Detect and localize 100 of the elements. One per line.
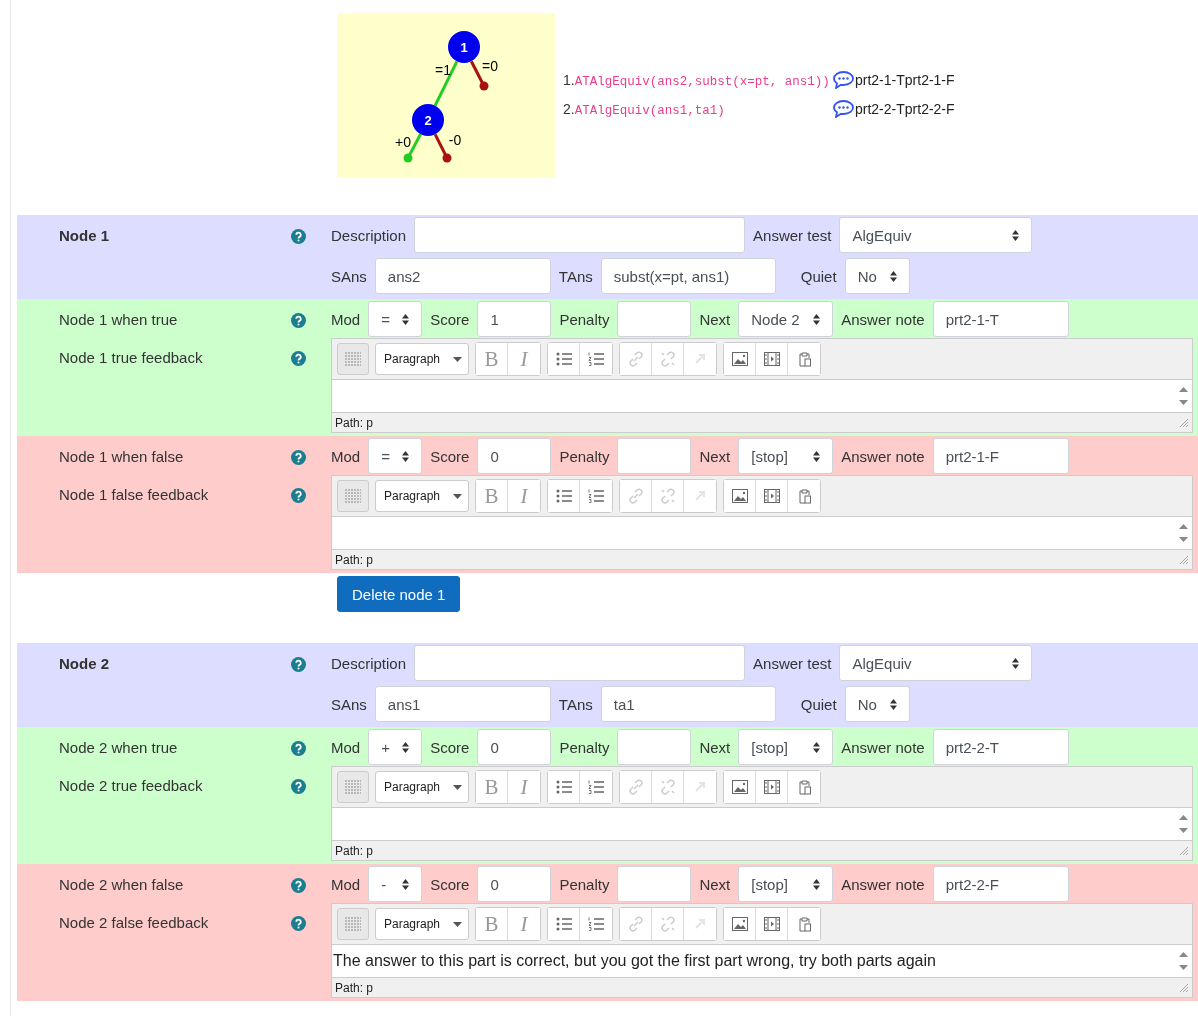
field-label: Score	[430, 447, 470, 465]
bullet-list-icon	[555, 780, 572, 794]
resize-grip-icon[interactable]	[1179, 417, 1189, 428]
format-dropdown[interactable]: Paragraph	[375, 908, 469, 940]
field-label: TAns	[558, 267, 593, 285]
field-label: Description	[331, 654, 407, 672]
sans-field[interactable]: ans2	[374, 258, 551, 294]
score-field[interactable]: 0	[477, 729, 552, 765]
help-icon[interactable]	[291, 488, 306, 503]
caret-icon	[453, 356, 462, 362]
image-button[interactable]	[724, 771, 756, 803]
link-icon	[627, 779, 644, 795]
image-button[interactable]	[724, 480, 756, 512]
help-icon[interactable]	[291, 916, 306, 931]
resize-grip-icon[interactable]	[1179, 554, 1189, 565]
bullet-list-button[interactable]	[548, 343, 580, 375]
answer-note-field[interactable]: prt2-1-F	[932, 438, 1069, 474]
description-field[interactable]	[414, 217, 746, 253]
help-icon[interactable]	[291, 878, 306, 893]
sans-field[interactable]: ans1	[374, 686, 551, 722]
penalty-field[interactable]	[617, 866, 692, 902]
scroll-arrows-icon[interactable]	[1179, 386, 1188, 406]
help-icon[interactable]	[291, 450, 306, 465]
field-label: Answer note	[841, 447, 925, 465]
format-dropdown[interactable]: Paragraph	[375, 343, 469, 375]
feedback-title: Node 2 false feedback	[59, 914, 210, 931]
answer-note-field[interactable]: prt2-1-T	[932, 301, 1069, 337]
bullet-list-button[interactable]	[548, 908, 580, 940]
help-icon[interactable]	[291, 351, 306, 366]
help-icon[interactable]	[291, 229, 306, 244]
next-select[interactable]: [stop]	[738, 866, 834, 902]
resize-grip-icon[interactable]	[1179, 982, 1189, 993]
field-label: SAns	[331, 695, 367, 713]
answer-test-select[interactable]: AlgEquiv	[839, 217, 1033, 253]
format-dropdown[interactable]: Paragraph	[375, 480, 469, 512]
penalty-field[interactable]	[617, 301, 692, 337]
score-field[interactable]: 1	[477, 301, 552, 337]
branch-title: Node 1 when false	[59, 448, 185, 465]
link-icon	[627, 488, 644, 504]
field-label: Answer note	[841, 310, 925, 328]
quiet-select[interactable]: No	[844, 258, 910, 294]
next-select[interactable]: [stop]	[738, 729, 834, 765]
penalty-field[interactable]	[617, 438, 692, 474]
edge-label: +0	[395, 134, 411, 150]
bullet-list-button[interactable]	[548, 771, 580, 803]
toolbar-toggle-icon	[344, 352, 362, 366]
field-label: Score	[430, 738, 470, 756]
field-label: Penalty	[559, 875, 610, 893]
image-icon	[731, 917, 748, 931]
field-label: Mod	[331, 875, 361, 893]
test-expression: 1.ATAlgEquiv(ans2,subst(x=pt, ans1))	[563, 71, 831, 89]
help-icon[interactable]	[291, 741, 306, 756]
true-note: prt2-2-T	[855, 101, 905, 117]
description-field[interactable]	[414, 645, 746, 681]
mod-select[interactable]: +	[368, 729, 423, 765]
mod-select[interactable]: =	[368, 438, 423, 474]
element-path: Path: p	[335, 415, 374, 430]
caret-icon	[453, 921, 462, 927]
image-button[interactable]	[724, 908, 756, 940]
image-icon	[731, 780, 748, 794]
branch-title: Node 2 when false	[59, 876, 185, 893]
score-field[interactable]: 0	[477, 438, 552, 474]
toolbar-toggle-button[interactable]	[337, 343, 369, 375]
updown-caret-icon	[402, 313, 410, 325]
scroll-arrows-icon[interactable]	[1179, 951, 1188, 971]
updown-caret-icon	[813, 741, 821, 753]
clipboard-icon	[797, 488, 811, 504]
mod-select[interactable]: =	[368, 301, 423, 337]
tans-field[interactable]: ta1	[600, 686, 776, 722]
help-icon[interactable]	[291, 779, 306, 794]
tans-field[interactable]: subst(x=pt, ans1)	[600, 258, 776, 294]
field-label: Next	[699, 447, 731, 465]
help-icon[interactable]	[291, 313, 306, 328]
penalty-field[interactable]	[617, 729, 692, 765]
speech-bubble-icon	[833, 100, 854, 118]
resize-grip-icon[interactable]	[1179, 845, 1189, 856]
field-label: Answer test	[753, 654, 832, 672]
delete-node-button[interactable]: Delete node 1	[337, 576, 461, 612]
next-select[interactable]: Node 2	[738, 301, 834, 337]
answer-test-select[interactable]: AlgEquiv	[839, 645, 1033, 681]
image-button[interactable]	[724, 343, 756, 375]
toolbar-toggle-button[interactable]	[337, 771, 369, 803]
updown-caret-icon	[813, 313, 821, 325]
toolbar-toggle-button[interactable]	[337, 480, 369, 512]
numbered-list-icon	[588, 780, 604, 794]
quiet-select[interactable]: No	[844, 686, 910, 722]
toolbar-toggle-button[interactable]	[337, 908, 369, 940]
next-select[interactable]: [stop]	[738, 438, 834, 474]
answer-note-field[interactable]: prt2-2-T	[932, 729, 1069, 765]
scroll-arrows-icon[interactable]	[1179, 814, 1188, 834]
tree-node	[412, 104, 444, 136]
answer-note-field[interactable]: prt2-2-F	[932, 866, 1069, 902]
help-icon[interactable]	[291, 657, 306, 672]
format-dropdown[interactable]: Paragraph	[375, 771, 469, 803]
score-field[interactable]: 0	[477, 866, 552, 902]
scroll-arrows-icon[interactable]	[1179, 523, 1188, 543]
bullet-list-button[interactable]	[548, 480, 580, 512]
film-icon	[763, 780, 780, 794]
node-number: 1	[460, 40, 468, 55]
mod-select[interactable]: -	[368, 866, 423, 902]
